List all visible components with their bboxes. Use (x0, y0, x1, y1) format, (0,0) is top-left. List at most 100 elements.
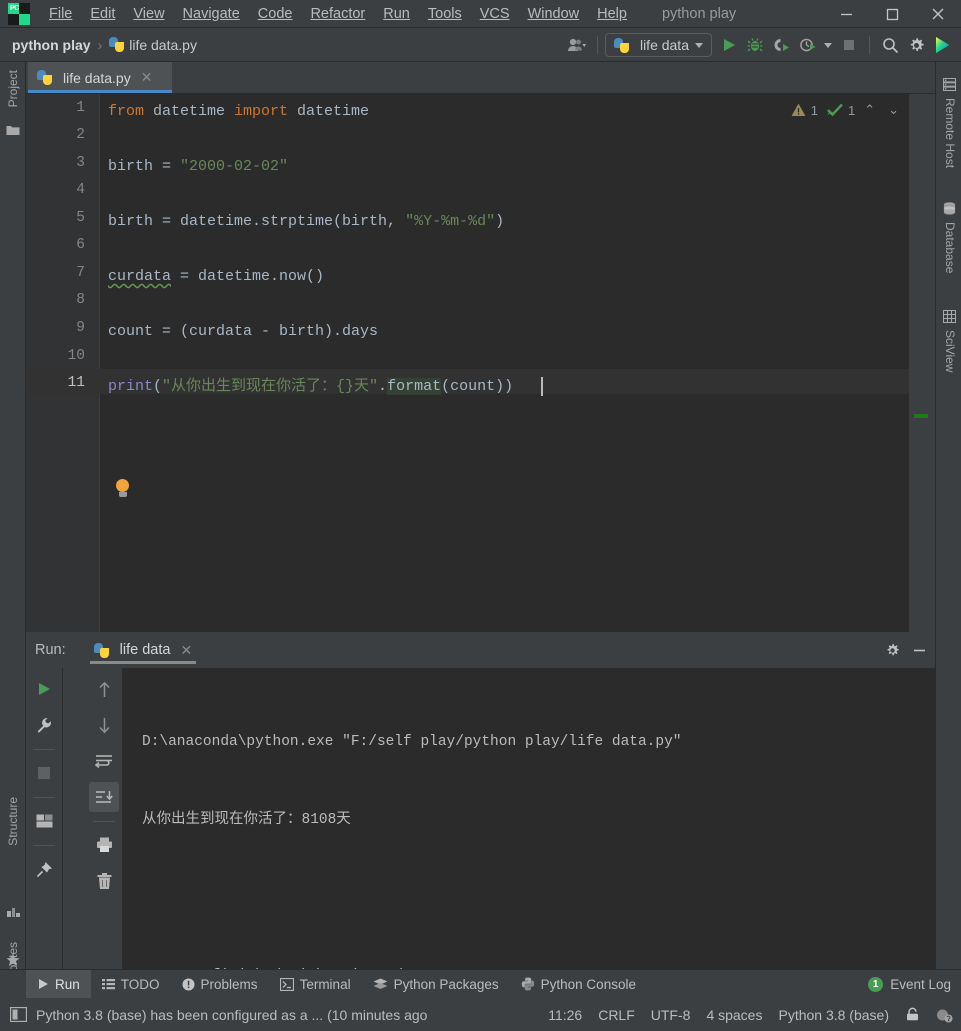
settings-icon[interactable] (903, 32, 929, 58)
terminal-icon (279, 977, 294, 991)
tab-python-console-label: Python Console (540, 976, 636, 992)
run-tab-life-data[interactable]: life data ✕ (89, 632, 197, 668)
menu-label-view: View (133, 5, 165, 22)
menu-label-edit: Edit (90, 5, 116, 22)
caret-position[interactable]: 11:26 (548, 1007, 582, 1023)
token: = datetime.now() (171, 268, 325, 285)
menu-item-edit[interactable]: Edit (81, 4, 124, 24)
line-number-1: 1 (76, 100, 85, 116)
run-icon[interactable] (716, 32, 742, 58)
intention-bulb-icon[interactable] (116, 445, 129, 497)
minimize-button[interactable] (823, 0, 869, 28)
token: ( (153, 378, 163, 395)
sidebar-item-project[interactable]: Project (2, 70, 24, 107)
gear-icon[interactable] (885, 643, 900, 658)
indent-setting[interactable]: 4 spaces (706, 1007, 762, 1023)
down-arrow-icon[interactable] (89, 710, 119, 740)
inspection-widget[interactable]: 1 1 ⌃ ⌄ (791, 102, 903, 118)
print-icon[interactable] (89, 830, 119, 860)
run-configuration-label: life data (639, 37, 689, 53)
code-editor[interactable]: 1 2 3 4 5 6 7 8 9 10 11 from datetime im… (26, 94, 935, 632)
tab-python-packages[interactable]: Python Packages (362, 970, 510, 999)
menu-item-window[interactable]: Window (519, 4, 589, 24)
sidebar-item-database[interactable]: Database (939, 222, 961, 273)
up-arrow-icon[interactable] (89, 674, 119, 704)
menu-bar: PC File Edit View Navigate Code Refactor… (0, 0, 961, 28)
run-console-output[interactable]: D:\anaconda\python.exe "F:/self play/pyt… (122, 668, 935, 984)
menu-label-vcs: VCS (479, 5, 510, 22)
navigation-toolbar: python play › life data.py life data (0, 28, 961, 62)
run-icon (39, 979, 48, 989)
close-icon[interactable]: ✕ (180, 642, 192, 659)
code-content[interactable]: from datetime import datetime birth = "2… (100, 94, 935, 632)
tab-terminal[interactable]: Terminal (269, 970, 362, 999)
debug-icon[interactable] (742, 32, 768, 58)
chevron-up-icon[interactable]: ⌃ (860, 102, 879, 118)
code-line-5: birth = datetime.strptime(birth, "%Y-%m-… (108, 209, 504, 234)
python-config-icon (613, 37, 629, 53)
editor-gutter[interactable]: 1 2 3 4 5 6 7 8 9 10 11 (26, 94, 100, 632)
maximize-button[interactable] (869, 0, 915, 28)
status-message[interactable]: Python 3.8 (base) has been configured as… (36, 1007, 427, 1023)
sciview-icon (943, 310, 956, 323)
trash-icon[interactable] (89, 866, 119, 896)
run-configuration-selector[interactable]: life data (604, 33, 712, 57)
sidebar-item-structure[interactable]: Structure (2, 797, 24, 846)
menu-item-refactor[interactable]: Refactor (301, 4, 374, 24)
line-number-11: 11 (67, 375, 85, 391)
show-tool-windows-icon[interactable] (10, 1007, 27, 1022)
editor-scrollbar[interactable] (909, 94, 935, 632)
gutter-current-line-highlight (26, 369, 100, 394)
layout-icon[interactable] (29, 806, 59, 836)
pycharm-window: PC File Edit View Navigate Code Refactor… (0, 0, 961, 1031)
toolbar-divider-3 (33, 845, 55, 846)
chevron-down-icon[interactable]: ⌄ (884, 102, 903, 118)
run-control-toolbar (26, 668, 62, 969)
tab-todo[interactable]: TODO (91, 970, 171, 999)
breadcrumb-file[interactable]: life data.py (109, 37, 197, 53)
menu-item-vcs[interactable]: VCS (471, 4, 519, 24)
menu-item-tools[interactable]: Tools (419, 4, 471, 24)
menu-item-help[interactable]: Help (588, 4, 636, 24)
tab-todo-label: TODO (120, 976, 160, 992)
search-icon[interactable] (877, 32, 903, 58)
soft-wrap-icon[interactable] (89, 746, 119, 776)
sidebar-item-remote-host[interactable]: Remote Host (939, 98, 961, 168)
event-log-area[interactable]: 1 Event Log (868, 976, 951, 992)
chevron-down-icon[interactable] (820, 32, 836, 58)
console-line-2: 从你出生到现在你活了：8108天 (142, 812, 351, 828)
profile-icon[interactable] (794, 32, 820, 58)
menu-item-code[interactable]: Code (249, 4, 302, 24)
updates-icon[interactable] (929, 32, 955, 58)
wrench-icon[interactable] (29, 710, 59, 740)
code-line-3: birth = "2000-02-02" (108, 154, 288, 179)
menu-item-run[interactable]: Run (374, 4, 419, 24)
stop-icon[interactable] (29, 758, 59, 788)
stop-icon[interactable] (836, 32, 862, 58)
close-button[interactable] (915, 0, 961, 28)
inspection-icon[interactable] (936, 1007, 953, 1023)
tab-run[interactable]: Run (26, 969, 91, 999)
tab-problems[interactable]: Problems (171, 970, 269, 999)
tab-python-console[interactable]: Python Console (510, 970, 647, 999)
menu-item-file[interactable]: File (40, 4, 81, 24)
scroll-to-end-icon[interactable] (89, 782, 119, 812)
run-toolbar-divider (62, 668, 63, 969)
line-separator[interactable]: CRLF (598, 1007, 635, 1023)
menu-item-view[interactable]: View (124, 4, 173, 24)
minimize-icon[interactable] (912, 643, 927, 658)
python-interpreter[interactable]: Python 3.8 (base) (778, 1007, 889, 1023)
menu-item-navigate[interactable]: Navigate (174, 4, 249, 24)
coverage-icon[interactable] (768, 32, 794, 58)
file-encoding[interactable]: UTF-8 (651, 1007, 691, 1023)
rerun-icon[interactable] (29, 674, 59, 704)
pin-icon[interactable] (29, 854, 59, 884)
people-icon[interactable] (564, 32, 590, 58)
close-icon[interactable]: ✕ (141, 69, 153, 86)
sidebar-item-sciview[interactable]: SciView (939, 330, 961, 372)
breadcrumb-project[interactable]: python play (12, 37, 91, 53)
toolbar-divider-4 (93, 821, 115, 822)
lock-icon[interactable] (905, 1007, 920, 1022)
editor-tab-life-data[interactable]: life data.py ✕ (28, 62, 172, 93)
token: . (378, 378, 388, 395)
